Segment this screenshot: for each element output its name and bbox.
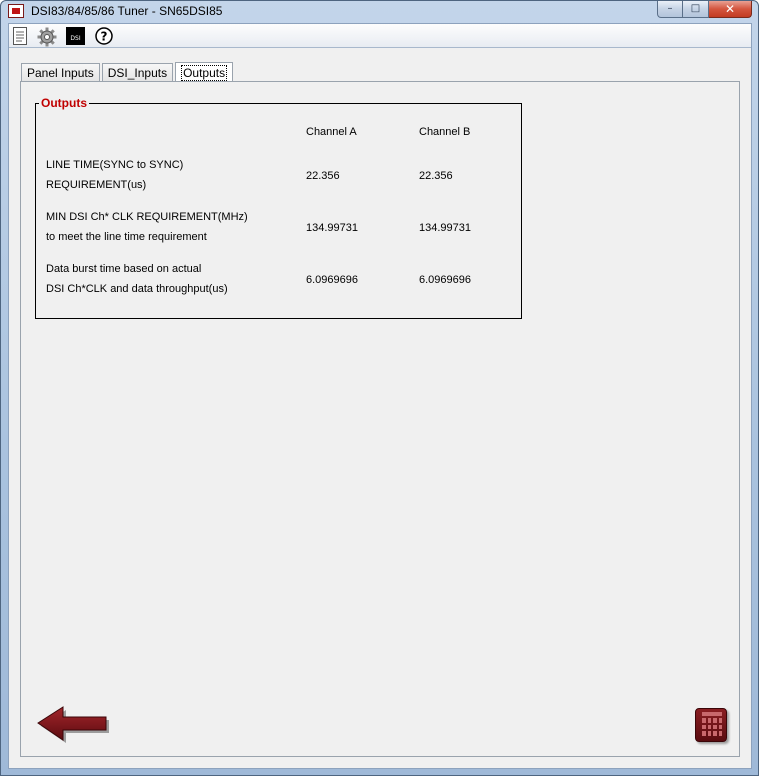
tab-strip: Panel Inputs DSI_Inputs Outputs [21, 61, 235, 83]
tab-panel-inputs[interactable]: Panel Inputs [21, 63, 100, 82]
gear-icon[interactable] [37, 27, 57, 47]
close-button[interactable]: ✕ [709, 1, 752, 18]
calculator-display-icon [702, 712, 722, 716]
toolbar: DSI ? [9, 24, 751, 48]
tab-outputs[interactable]: Outputs [175, 62, 234, 83]
line-time-channel-a-value: 22.356 [306, 170, 340, 182]
back-arrow-icon [37, 706, 109, 743]
data-burst-time-channel-a-value: 6.0969696 [306, 274, 358, 286]
dsi-icon-label: DSI [70, 35, 81, 42]
data-burst-time-label-line2: DSI Ch*CLK and data throughput(us) [46, 283, 228, 295]
window-title: DSI83/84/85/86 Tuner - SN65DSI85 [31, 4, 223, 18]
tab-label: Outputs [181, 65, 228, 81]
title-bar[interactable]: DSI83/84/85/86 Tuner - SN65DSI85 – □ ✕ [1, 1, 758, 23]
min-dsi-clk-channel-a-value: 134.99731 [306, 222, 358, 234]
outputs-group-title: Outputs [39, 96, 89, 110]
calculate-button[interactable] [695, 708, 727, 742]
tab-dsi-inputs[interactable]: DSI_Inputs [101, 63, 174, 82]
back-button[interactable] [37, 704, 109, 744]
window-controls: – □ ✕ [657, 1, 752, 18]
line-time-label-line2: REQUIREMENT(us) [46, 179, 147, 191]
app-icon [8, 4, 24, 18]
min-dsi-clk-label: MIN DSI Ch* CLK REQUIREMENT(MHz) to meet… [46, 207, 286, 247]
app-window: DSI83/84/85/86 Tuner - SN65DSI85 – □ ✕ D… [0, 0, 759, 776]
min-dsi-clk-label-line2: to meet the line time requirement [46, 231, 207, 243]
document-icon[interactable] [13, 27, 31, 45]
min-dsi-clk-label-line1: MIN DSI Ch* CLK REQUIREMENT(MHz) [46, 211, 248, 223]
outputs-tab-panel: Outputs Channel A Channel B LINE TIME(SY… [20, 81, 740, 757]
calculator-icon [702, 718, 722, 736]
line-time-label: LINE TIME(SYNC to SYNC) REQUIREMENT(us) [46, 155, 286, 195]
minimize-button[interactable]: – [657, 1, 683, 18]
svg-text:?: ? [101, 30, 108, 44]
data-burst-time-label-line1: Data burst time based on actual [46, 263, 202, 275]
line-time-label-line1: LINE TIME(SYNC to SYNC) [46, 159, 184, 171]
data-burst-time-label: Data burst time based on actual DSI Ch*C… [46, 259, 286, 299]
help-icon[interactable]: ? [95, 27, 113, 45]
maximize-button[interactable]: □ [683, 1, 709, 18]
min-dsi-clk-channel-b-value: 134.99731 [419, 222, 471, 234]
tab-label: DSI_Inputs [107, 66, 168, 80]
client-area: DSI ? Panel Inputs DSI_Inputs Outputs Ou… [8, 23, 752, 769]
data-burst-time-channel-b-value: 6.0969696 [419, 274, 471, 286]
line-time-channel-b-value: 22.356 [419, 170, 453, 182]
channel-a-header: Channel A [306, 126, 357, 138]
dsi-icon[interactable]: DSI [66, 27, 85, 45]
tab-label: Panel Inputs [27, 66, 94, 80]
outputs-group: Outputs Channel A Channel B LINE TIME(SY… [35, 96, 522, 319]
channel-b-header: Channel B [419, 126, 471, 138]
